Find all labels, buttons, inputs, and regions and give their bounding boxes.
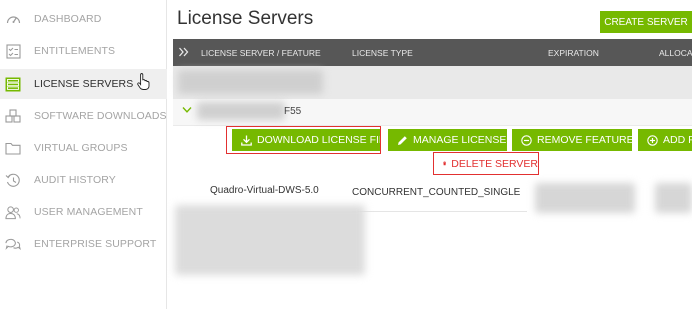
- server-name: F55: [284, 106, 302, 117]
- folder-icon: [5, 140, 21, 156]
- add-features-button[interactable]: ADD FE: [638, 129, 692, 151]
- redacted-content: [197, 102, 285, 120]
- pencil-icon: [398, 135, 407, 145]
- delete-server-button[interactable]: DELETE SERVER: [433, 152, 539, 175]
- manage-licenses-button[interactable]: MANAGE LICENSES: [388, 129, 507, 151]
- sidebar: DASHBOARD ENTITLEMENTS LICENSE SERVERS S…: [0, 0, 167, 309]
- page-title: License Servers: [177, 8, 314, 29]
- column-header-server[interactable]: LICENSE SERVER / FEATURE: [201, 48, 321, 58]
- button-label: ADD FE: [663, 134, 692, 146]
- remove-features-button[interactable]: REMOVE FEATURES: [512, 129, 632, 151]
- software-downloads-icon: [5, 108, 21, 124]
- sidebar-item-label: AUDIT HISTORY: [34, 174, 116, 186]
- dashboard-icon: [5, 11, 21, 27]
- plus-circle-icon: [647, 134, 658, 146]
- button-label: REMOVE FEATURES: [537, 134, 632, 146]
- chevron-down-icon[interactable]: [182, 106, 192, 114]
- license-type-value: CONCURRENT_COUNTED_SINGLE: [352, 187, 521, 198]
- users-icon: [5, 204, 21, 220]
- history-icon: [5, 172, 21, 188]
- license-servers-icon: [5, 76, 21, 92]
- sidebar-item-user-management[interactable]: USER MANAGEMENT: [0, 197, 167, 227]
- sidebar-item-dashboard[interactable]: DASHBOARD: [0, 4, 167, 34]
- divider: [352, 211, 527, 212]
- column-header-expiration[interactable]: EXPIRATION: [548, 48, 599, 58]
- button-label: MANAGE LICENSES: [413, 134, 507, 146]
- minus-circle-icon: [521, 134, 532, 146]
- create-server-button[interactable]: CREATE SERVER: [600, 11, 692, 33]
- highlight-box: [226, 126, 381, 154]
- sidebar-item-label: LICENSE SERVERS: [34, 78, 134, 90]
- sidebar-item-label: SOFTWARE DOWNLOADS: [34, 110, 167, 122]
- sidebar-item-virtual-groups[interactable]: VIRTUAL GROUPS: [0, 133, 167, 163]
- entitlements-icon: [5, 43, 21, 59]
- sidebar-item-label: ENTITLEMENTS: [34, 45, 116, 57]
- sidebar-item-audit-history[interactable]: AUDIT HISTORY: [0, 165, 167, 195]
- sidebar-item-software-downloads[interactable]: SOFTWARE DOWNLOADS: [0, 101, 167, 131]
- sidebar-item-enterprise-support[interactable]: ENTERPRISE SUPPORT: [0, 229, 167, 259]
- sidebar-item-entitlements[interactable]: ENTITLEMENTS: [0, 36, 167, 66]
- column-header-allocated[interactable]: ALLOCAT: [659, 48, 692, 58]
- table-header: LICENSE SERVER / FEATURE LICENSE TYPE EX…: [173, 39, 692, 66]
- sidebar-item-label: VIRTUAL GROUPS: [34, 142, 128, 154]
- redacted-content: [175, 205, 365, 275]
- feature-name: Quadro-Virtual-DWS-5.0: [210, 185, 319, 196]
- support-chat-icon: [5, 236, 21, 252]
- column-header-license-type[interactable]: LICENSE TYPE: [352, 48, 413, 58]
- expand-all-icon[interactable]: [178, 44, 190, 60]
- sidebar-item-label: DASHBOARD: [34, 13, 102, 25]
- button-label: DELETE SERVER: [451, 157, 538, 170]
- sidebar-item-label: USER MANAGEMENT: [34, 206, 143, 218]
- sidebar-item-label: ENTERPRISE SUPPORT: [34, 238, 157, 250]
- redacted-content: [655, 183, 692, 213]
- redacted-content: [535, 183, 635, 213]
- mouse-pointer-hand-icon: [137, 73, 150, 90]
- redacted-content: [178, 70, 323, 94]
- trash-icon: [443, 161, 447, 166]
